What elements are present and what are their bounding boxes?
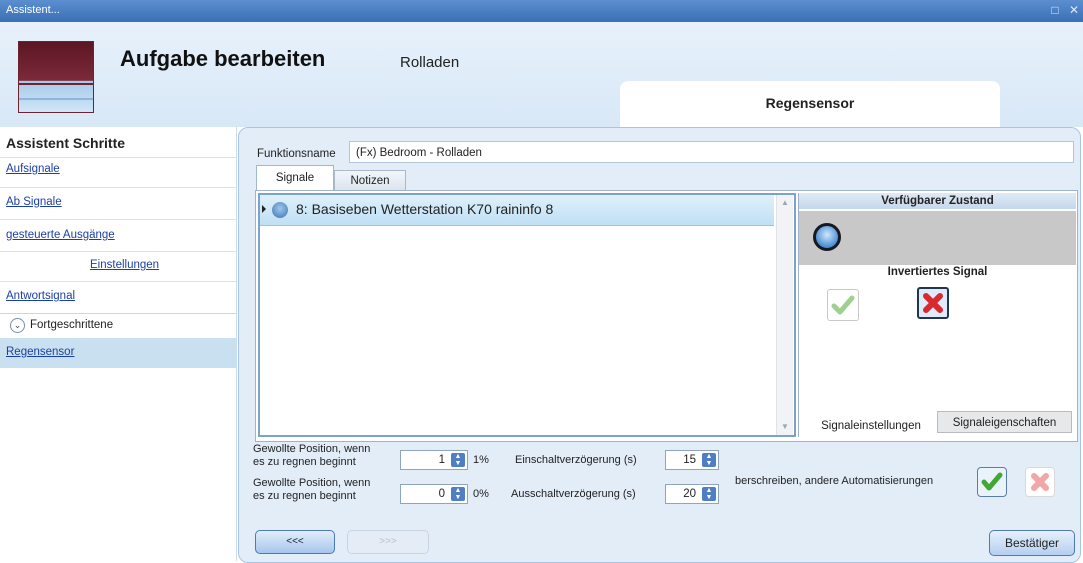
- override-no-button[interactable]: [1025, 467, 1055, 497]
- position-1-unit: 1%: [473, 454, 489, 466]
- sidebar-advanced-toggle[interactable]: ⌄ Fortgeschrittene: [0, 313, 236, 338]
- expand-triangle-icon[interactable]: [262, 205, 266, 213]
- function-name-label: Funktionsname: [257, 148, 336, 160]
- previous-button[interactable]: <<<: [255, 530, 335, 554]
- tab-regensensor-label: Regensensor: [765, 95, 855, 111]
- delay-off-stepper[interactable]: 20 ▲ ▼: [665, 484, 719, 504]
- scrollbar[interactable]: ▲ ▼: [776, 195, 793, 435]
- sensor-icon: [272, 202, 288, 218]
- window-title-bar: Assistent... □ ✕: [0, 0, 1083, 22]
- sidebar-advanced-label: Fortgeschrittene: [30, 319, 114, 331]
- scroll-down-icon[interactable]: ▼: [777, 419, 793, 435]
- close-icon[interactable]: ✕: [1066, 3, 1082, 17]
- header: Aufgabe bearbeiten Rolladen Regensensor: [0, 22, 1083, 127]
- delay-off-value: 20: [683, 488, 696, 500]
- divider: [0, 251, 236, 252]
- confirm-button[interactable]: Bestätiger: [989, 530, 1075, 556]
- delay-off-label: Ausschaltverzögerung (s): [511, 488, 636, 500]
- divider: [0, 281, 236, 282]
- sidebar-item-ab-signale[interactable]: Ab Signale: [6, 196, 62, 208]
- signal-text: 8: Basiseben Wetterstation K70 raininfo …: [296, 201, 554, 217]
- signal-content: 8: Basiseben Wetterstation K70 raininfo …: [255, 190, 1078, 442]
- page-title: Aufgabe bearbeiten: [120, 46, 326, 71]
- sidebar-item-gesteuerte-ausgaenge[interactable]: gesteuerte Ausgänge: [6, 229, 115, 241]
- stepper-arrows-icon[interactable]: ▲ ▼: [451, 487, 465, 501]
- stepper-arrows-icon[interactable]: ▲ ▼: [451, 453, 465, 467]
- position-2-unit: 0%: [473, 488, 489, 500]
- invert-no-button[interactable]: [827, 289, 859, 321]
- sidebar-item-regensensor-label[interactable]: Regensensor: [6, 346, 74, 358]
- function-name-input[interactable]: (Fx) Bedroom - Rolladen: [349, 141, 1074, 163]
- delay-on-label: Einschaltverzögerung (s): [515, 454, 637, 466]
- position-2-stepper[interactable]: 0 ▲ ▼: [400, 484, 468, 504]
- position-2-label: Gewollte Position, wenn es zu regnen beg…: [253, 477, 370, 503]
- delay-on-stepper[interactable]: 15 ▲ ▼: [665, 450, 719, 470]
- scroll-up-icon[interactable]: ▲: [777, 195, 793, 211]
- sidebar: Assistent Schritte Aufsignale Ab Signale…: [0, 127, 237, 561]
- restore-icon[interactable]: □: [1047, 3, 1063, 17]
- override-label: berschreiben, andere Automatisierungen: [735, 475, 934, 487]
- inverted-signal-title: Invertiertes Signal: [887, 266, 988, 278]
- position-1-label: Gewollte Position, wenn es zu regnen beg…: [253, 443, 370, 469]
- rolladen-icon: [18, 41, 94, 113]
- sidebar-item-aufsignale[interactable]: Aufsignale: [6, 163, 60, 175]
- chevron-down-icon: ⌄: [10, 318, 25, 333]
- position-1-stepper[interactable]: 1 ▲ ▼: [400, 450, 468, 470]
- divider: [0, 157, 236, 158]
- circle-state-icon[interactable]: [813, 223, 841, 251]
- position-2-label-line2: es zu regnen beginnt: [253, 490, 356, 502]
- check-icon: [981, 472, 1003, 491]
- invert-yes-button[interactable]: [917, 287, 949, 319]
- next-button[interactable]: >>>: [347, 530, 429, 554]
- window-title: Assistent...: [6, 4, 60, 16]
- list-item[interactable]: 8: Basiseben Wetterstation K70 raininfo …: [260, 195, 774, 226]
- tab-signale[interactable]: Signale: [256, 165, 334, 190]
- signal-settings-panel: Verfügbarer Zustand Invertiertes Signal …: [798, 193, 1077, 437]
- sidebar-item-einstellungen[interactable]: Einstellungen: [90, 259, 159, 271]
- main-panel: Funktionsname (Fx) Bedroom - Rolladen Si…: [238, 127, 1081, 563]
- override-yes-button[interactable]: [977, 467, 1007, 497]
- available-state-title: Verfügbarer Zustand: [799, 193, 1076, 209]
- sidebar-title: Assistent Schritte: [6, 135, 126, 151]
- cross-icon: [923, 293, 943, 313]
- stepper-arrows-icon[interactable]: ▲ ▼: [702, 453, 716, 467]
- divider: [0, 187, 236, 188]
- cross-icon: [1031, 473, 1049, 491]
- position-1-value: 1: [438, 454, 445, 466]
- position-1-label-line1: Gewollte Position, wenn: [253, 443, 371, 455]
- stepper-arrows-icon[interactable]: ▲ ▼: [702, 487, 716, 501]
- signal-list[interactable]: 8: Basiseben Wetterstation K70 raininfo …: [258, 193, 796, 437]
- divider: [0, 219, 236, 220]
- delay-on-value: 15: [683, 454, 696, 466]
- position-2-value: 0: [438, 488, 445, 500]
- tab-signaleinstellungen[interactable]: Signaleinstellungen: [805, 415, 937, 437]
- position-1-label-line2: es zu regnen beginnt: [253, 456, 356, 468]
- sidebar-item-regensensor[interactable]: Regensensor: [0, 338, 236, 368]
- tab-regensensor[interactable]: Regensensor: [620, 81, 1000, 127]
- check-icon: [831, 295, 855, 315]
- position-2-label-line1: Gewollte Position, wenn: [253, 477, 371, 489]
- sidebar-item-antwortsignal[interactable]: Antwortsignal: [6, 290, 75, 302]
- tab-signaleigenschaften[interactable]: Signaleigenschaften: [937, 411, 1072, 433]
- available-state-band: [799, 211, 1076, 265]
- page-subtitle: Rolladen: [400, 54, 460, 71]
- tab-notizen[interactable]: Notizen: [334, 170, 406, 191]
